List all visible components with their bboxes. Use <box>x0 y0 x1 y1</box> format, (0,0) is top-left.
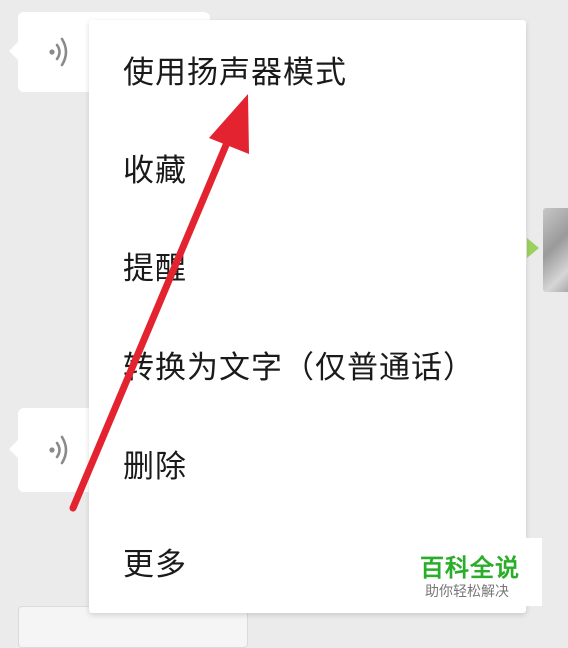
sent-bubble-tail <box>527 238 539 258</box>
menu-item-delete[interactable]: 删除 <box>89 414 526 512</box>
menu-item-convert-to-text[interactable]: 转换为文字（仅普通话） <box>89 315 526 413</box>
menu-item-speaker-mode[interactable]: 使用扬声器模式 <box>89 20 526 118</box>
context-menu: 使用扬声器模式 收藏 提醒 转换为文字（仅普通话） 删除 更多 <box>89 20 526 613</box>
image-thumbnail[interactable] <box>543 208 568 292</box>
watermark-subtitle: 助你轻松解决 <box>425 584 509 600</box>
watermark-title: 百科全说 <box>420 554 520 582</box>
menu-item-remind[interactable]: 提醒 <box>89 216 526 314</box>
watermark-logo: 百科全说 助你轻松解决 <box>410 538 542 606</box>
voice-message-icon <box>49 435 68 465</box>
voice-message-icon <box>49 37 68 67</box>
menu-item-favorite[interactable]: 收藏 <box>89 118 526 216</box>
